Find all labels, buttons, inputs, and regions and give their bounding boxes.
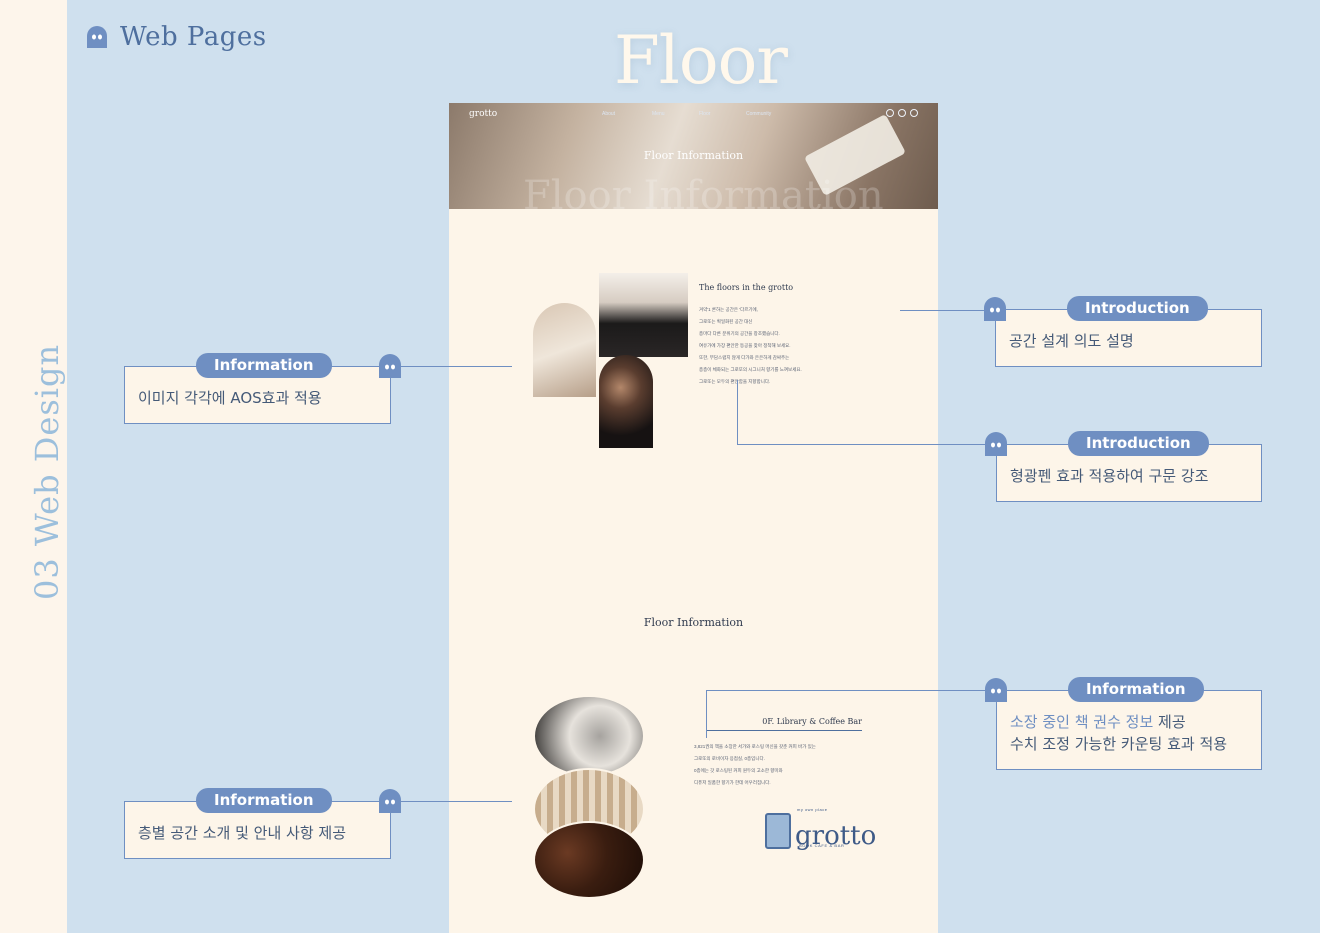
callout-tag: Information bbox=[196, 788, 332, 813]
callout-book-count: Information 소장 중인 책 권수 정보 제공 수치 조정 가능한 카… bbox=[996, 677, 1262, 770]
grotto-subline: BOOK CAFE & BAR bbox=[799, 843, 845, 848]
callout-text-line2: 수치 조정 가능한 카운팅 효과 적용 bbox=[1010, 735, 1228, 753]
intro-line: 또한, 부담스럽지 않게 다가와 은은하게 감싸주는 bbox=[699, 355, 790, 360]
callout-tag: Information bbox=[1068, 677, 1204, 702]
connector-line bbox=[737, 380, 738, 445]
callout-floor-info: Information 층별 공간 소개 및 안내 사항 제공 bbox=[124, 788, 391, 859]
callout-text: 형광펜 효과 적용하여 구문 강조 bbox=[1010, 467, 1209, 485]
callout-text: 공간 설계 의도 설명 bbox=[1009, 332, 1134, 350]
book-icon bbox=[765, 813, 791, 849]
mock-nav: grotto About Menu Floor Community bbox=[449, 109, 938, 125]
photo-coffee-machine bbox=[533, 695, 645, 777]
intro-line: 그로또는 획일화된 공간 대신 bbox=[699, 319, 753, 324]
callout-aos: Information 이미지 각각에 AOS효과 적용 bbox=[124, 353, 391, 424]
hero-watermark: Floor Information bbox=[523, 173, 884, 219]
callout-text: 층별 공간 소개 및 안내 사항 제공 bbox=[138, 824, 347, 842]
mock-nav-about[interactable]: About bbox=[602, 111, 615, 117]
callout-text: 이미지 각각에 AOS효과 적용 bbox=[138, 389, 322, 407]
user-icon[interactable] bbox=[886, 109, 894, 117]
callout-tag: Introduction bbox=[1067, 296, 1208, 321]
ghost-icon bbox=[985, 432, 1007, 456]
mock-nav-community[interactable]: Community bbox=[746, 111, 771, 117]
brand-text: Web Pages bbox=[120, 22, 267, 52]
connector-line bbox=[706, 690, 707, 738]
mock-logo[interactable]: grotto bbox=[469, 109, 497, 119]
photo-coffee-beans bbox=[533, 821, 645, 899]
ghost-icon bbox=[984, 297, 1006, 321]
floor-desc-line: 디퓨저 일품한 향기가 한데 어우러집니다. bbox=[694, 780, 771, 785]
intro-line: 겨약'1 론하는 공간은 '다르기에, bbox=[699, 307, 758, 312]
floor-desc-line: 0층에는 갓 로스팅된 커피 원두의 고소한 향미와 bbox=[694, 768, 783, 773]
floor-section-title: Floor Information bbox=[643, 616, 744, 629]
callout-text: 소장 중인 책 권수 정보 제공 수치 조정 가능한 카운팅 효과 적용 bbox=[1010, 711, 1227, 755]
ghost-icon bbox=[379, 789, 401, 813]
ghost-icon bbox=[87, 26, 107, 48]
connector-line bbox=[400, 801, 512, 802]
mock-nav-icons bbox=[886, 109, 918, 117]
grotto-tagline: my own place bbox=[797, 807, 828, 812]
chat-icon[interactable] bbox=[910, 109, 918, 117]
callout-highlighter: Introduction 형광펜 효과 적용하여 구문 강조 bbox=[996, 431, 1262, 502]
connector-line bbox=[400, 366, 512, 367]
highlight-text: 소장 중인 책 권수 정보 bbox=[1010, 713, 1154, 731]
section-label: 03 Web Design bbox=[28, 343, 66, 600]
photo-writing bbox=[533, 303, 596, 397]
mock-nav-menu[interactable]: Menu bbox=[652, 111, 665, 117]
floor-desc-line: 그로또의 로비이자 응접실, 0층입니다. bbox=[694, 756, 765, 761]
intro-line: 층층이 체화되는 그로또의 시그니처 향기를 느껴보세요. bbox=[699, 367, 802, 372]
mock-nav-floor[interactable]: Floor bbox=[699, 111, 710, 117]
intro-line: 그로또는 모두의 편안함을 지향합니다. bbox=[699, 379, 771, 384]
ghost-icon bbox=[985, 678, 1007, 702]
brand: Web Pages bbox=[84, 22, 267, 52]
callout-tag: Information bbox=[196, 353, 332, 378]
connector-line bbox=[737, 444, 990, 445]
ghost-icon bbox=[379, 354, 401, 378]
connector-line bbox=[900, 310, 990, 311]
intro-title: The floors in the grotto bbox=[699, 283, 794, 292]
floor-name: 0F. Library & Coffee Bar bbox=[706, 717, 862, 731]
callout-tag: Introduction bbox=[1068, 431, 1209, 456]
callout-design-intent: Introduction 공간 설계 의도 설명 bbox=[995, 296, 1262, 367]
page-mockup: grotto About Menu Floor Community Floor … bbox=[449, 103, 938, 933]
intro-line: 층마다 다른 분위기의 공간을 창조했습니다. bbox=[699, 331, 780, 336]
instagram-icon[interactable] bbox=[898, 109, 906, 117]
hero-subtitle: Floor Information bbox=[643, 149, 744, 162]
photo-coffee-man bbox=[599, 355, 653, 448]
connector-line bbox=[706, 690, 990, 691]
callout-text-rest: 제공 bbox=[1153, 713, 1186, 731]
page-title: Floor bbox=[614, 22, 788, 99]
photo-reading-woman bbox=[599, 273, 688, 357]
hero-banner: grotto About Menu Floor Community Floor … bbox=[449, 103, 938, 219]
floor-desc-line: 3,821권의 책을 소장한 서가와 로스팅 머신을 갖춘 커피 바가 있는 bbox=[694, 744, 816, 749]
intro-line: 여유가에 가장 편안한 등공을 찾아 정착해 보세요. bbox=[699, 343, 791, 348]
grotto-logo: grotto my own place BOOK CAFE & BAR bbox=[765, 807, 876, 849]
